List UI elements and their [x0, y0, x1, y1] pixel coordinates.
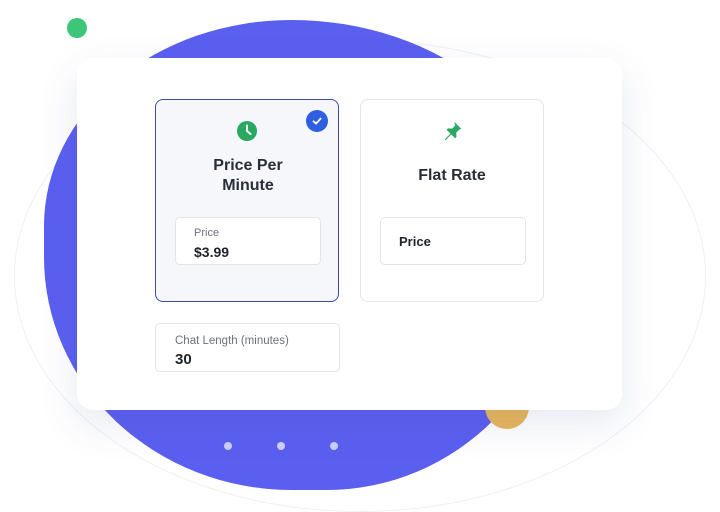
- pager-dot[interactable]: [224, 442, 232, 450]
- chat-length-value: 30: [175, 351, 192, 368]
- selected-check-icon: [306, 110, 328, 132]
- price-label: Price: [399, 234, 431, 249]
- carousel-pager: [224, 442, 338, 450]
- pricing-card: Price Per Minute Price $3.99 Flat Rate P…: [77, 58, 622, 410]
- pager-dot[interactable]: [330, 442, 338, 450]
- chat-length-field[interactable]: Chat Length (minutes) 30: [155, 323, 340, 372]
- option-price-per-minute[interactable]: Price Per Minute Price $3.99: [155, 99, 339, 302]
- option-flat-rate[interactable]: Flat Rate Price: [360, 99, 544, 302]
- pushpin-icon: [441, 120, 463, 142]
- clock-icon: [236, 120, 258, 142]
- price-field[interactable]: Price $3.99: [175, 217, 321, 265]
- price-label: Price: [194, 227, 220, 239]
- pager-dot[interactable]: [277, 442, 285, 450]
- price-field[interactable]: Price: [380, 217, 526, 265]
- chat-length-label: Chat Length (minutes): [175, 335, 289, 347]
- decorative-dot-green: [67, 18, 87, 38]
- option-title: Price Per Minute: [213, 157, 283, 194]
- option-title: Flat Rate: [418, 167, 486, 184]
- price-value: $3.99: [194, 244, 230, 260]
